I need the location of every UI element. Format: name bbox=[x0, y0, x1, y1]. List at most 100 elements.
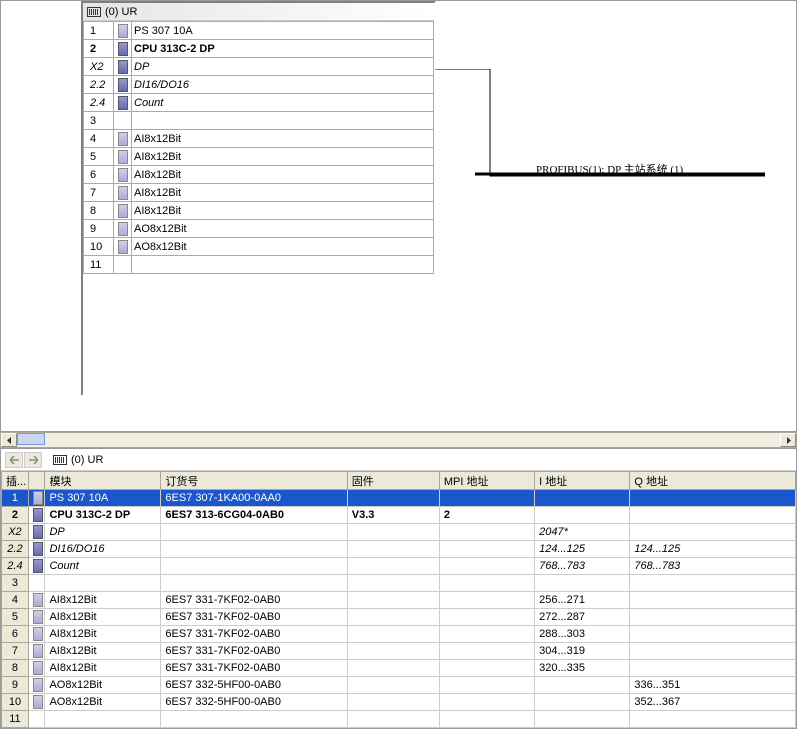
col-icon[interactable] bbox=[28, 472, 45, 490]
rack-row[interactable]: 1PS 307 10A bbox=[84, 22, 434, 40]
cell-module: AI8x12Bit bbox=[45, 660, 161, 677]
rack-row[interactable]: 5AI8x12Bit bbox=[84, 148, 434, 166]
rack-module-cell: PS 307 10A bbox=[132, 22, 434, 40]
module-icon bbox=[118, 78, 128, 92]
rack-row[interactable]: 3 bbox=[84, 112, 434, 130]
detail-title-text: (0) UR bbox=[71, 454, 103, 466]
table-row[interactable]: 2.2DI16/DO16124...125124...125 bbox=[2, 541, 796, 558]
rack-row[interactable]: 2.2DI16/DO16 bbox=[84, 76, 434, 94]
rack-window-titlebar[interactable]: (0) UR bbox=[83, 3, 434, 21]
rack-module-cell: DP bbox=[132, 58, 434, 76]
cell-iaddr bbox=[535, 694, 630, 711]
rack-row[interactable]: X2DP bbox=[84, 58, 434, 76]
module-icon bbox=[33, 508, 43, 522]
module-icon bbox=[33, 678, 43, 692]
table-row[interactable]: 3 bbox=[2, 575, 796, 592]
table-row[interactable]: 6AI8x12Bit6ES7 331-7KF02-0AB0288...303 bbox=[2, 626, 796, 643]
horizontal-scrollbar[interactable] bbox=[0, 432, 797, 448]
hardware-config-canvas[interactable]: (0) UR 1PS 307 10A2CPU 313C-2 DPX2DP2.2D… bbox=[0, 0, 797, 432]
cell-mpi bbox=[439, 575, 534, 592]
rack-row[interactable]: 9AO8x12Bit bbox=[84, 220, 434, 238]
cell-qaddr bbox=[630, 490, 796, 507]
cell-order bbox=[161, 558, 347, 575]
rack-title-text: (0) UR bbox=[105, 6, 137, 18]
cell-mpi bbox=[439, 541, 534, 558]
cell-mpi bbox=[439, 643, 534, 660]
rack-row[interactable]: 2CPU 313C-2 DP bbox=[84, 40, 434, 58]
module-icon bbox=[118, 24, 128, 38]
col-firmware[interactable]: 固件 bbox=[347, 472, 439, 490]
cell-iaddr: 124...125 bbox=[535, 541, 630, 558]
cell-iaddr: 2047* bbox=[535, 524, 630, 541]
table-row[interactable]: 10AO8x12Bit6ES7 332-5HF00-0AB0352...367 bbox=[2, 694, 796, 711]
rack-icon-cell bbox=[114, 58, 132, 76]
cell-icon bbox=[28, 626, 45, 643]
cell-iaddr: 256...271 bbox=[535, 592, 630, 609]
scroll-left-button[interactable] bbox=[1, 433, 17, 447]
table-row[interactable]: 9AO8x12Bit6ES7 332-5HF00-0AB0336...351 bbox=[2, 677, 796, 694]
cell-firmware bbox=[347, 592, 439, 609]
rack-module-cell: AI8x12Bit bbox=[132, 130, 434, 148]
rack-icon-cell bbox=[114, 94, 132, 112]
scroll-track[interactable] bbox=[17, 433, 780, 447]
cell-icon bbox=[28, 677, 45, 694]
cell-mpi bbox=[439, 558, 534, 575]
col-mpi[interactable]: MPI 地址 bbox=[439, 472, 534, 490]
module-icon bbox=[33, 525, 43, 539]
rack-slot-table[interactable]: 1PS 307 10A2CPU 313C-2 DPX2DP2.2DI16/DO1… bbox=[83, 21, 434, 274]
rack-icon-cell bbox=[114, 76, 132, 94]
rack-row[interactable]: 7AI8x12Bit bbox=[84, 184, 434, 202]
rack-module-cell: AI8x12Bit bbox=[132, 166, 434, 184]
scroll-right-button[interactable] bbox=[780, 433, 796, 447]
cell-mpi bbox=[439, 490, 534, 507]
cell-iaddr bbox=[535, 575, 630, 592]
profibus-network-label[interactable]: PROFIBUS(1): DP 主站系统 (1) bbox=[536, 161, 683, 177]
table-row[interactable]: 2CPU 313C-2 DP6ES7 313-6CG04-0AB0V3.32 bbox=[2, 507, 796, 524]
cell-firmware bbox=[347, 575, 439, 592]
cell-qaddr: 768...783 bbox=[630, 558, 796, 575]
rack-slot-cell: 2.4 bbox=[84, 94, 114, 112]
rack-icon-cell bbox=[114, 112, 132, 130]
rack-slot-cell: 6 bbox=[84, 166, 114, 184]
rack-window[interactable]: (0) UR 1PS 307 10A2CPU 313C-2 DPX2DP2.2D… bbox=[81, 1, 436, 396]
cell-module: AI8x12Bit bbox=[45, 592, 161, 609]
table-row[interactable]: 8AI8x12Bit6ES7 331-7KF02-0AB0320...335 bbox=[2, 660, 796, 677]
rack-row[interactable]: 6 AI8x12Bit bbox=[84, 166, 434, 184]
cell-mpi bbox=[439, 711, 534, 728]
cell-iaddr bbox=[535, 507, 630, 524]
rack-row[interactable]: 4 AI8x12Bit bbox=[84, 130, 434, 148]
col-slot[interactable]: 插... bbox=[2, 472, 29, 490]
cell-firmware bbox=[347, 609, 439, 626]
rack-slot-cell: 4 bbox=[84, 130, 114, 148]
col-qaddr[interactable]: Q 地址 bbox=[630, 472, 796, 490]
rack-row[interactable]: 8AI8x12Bit bbox=[84, 202, 434, 220]
table-row[interactable]: 2.4Count768...783768...783 bbox=[2, 558, 796, 575]
rack-row[interactable]: 10AO8x12Bit bbox=[84, 238, 434, 256]
rack-icon-cell bbox=[114, 256, 132, 274]
table-row[interactable]: X2DP2047* bbox=[2, 524, 796, 541]
col-iaddr[interactable]: I 地址 bbox=[535, 472, 630, 490]
cell-order bbox=[161, 711, 347, 728]
module-detail-table[interactable]: 插... 模块 订货号 固件 MPI 地址 I 地址 Q 地址 1PS 307 … bbox=[1, 471, 796, 728]
table-row[interactable]: 5AI8x12Bit6ES7 331-7KF02-0AB0272...287 bbox=[2, 609, 796, 626]
table-row[interactable]: 7AI8x12Bit6ES7 331-7KF02-0AB0304...319 bbox=[2, 643, 796, 660]
nav-prev-button[interactable] bbox=[5, 452, 23, 468]
cell-slot: 11 bbox=[2, 711, 29, 728]
table-row[interactable]: 1PS 307 10A6ES7 307-1KA00-0AA0 bbox=[2, 490, 796, 507]
table-row[interactable]: 11 bbox=[2, 711, 796, 728]
cell-icon bbox=[28, 592, 45, 609]
table-row[interactable]: 4AI8x12Bit6ES7 331-7KF02-0AB0256...271 bbox=[2, 592, 796, 609]
col-module[interactable]: 模块 bbox=[45, 472, 161, 490]
rack-row[interactable]: 11 bbox=[84, 256, 434, 274]
cell-icon bbox=[28, 541, 45, 558]
cell-icon bbox=[28, 490, 45, 507]
rack-module-cell bbox=[132, 112, 434, 130]
scroll-thumb[interactable] bbox=[17, 433, 45, 445]
rack-row[interactable]: 2.4Count bbox=[84, 94, 434, 112]
module-icon bbox=[33, 695, 43, 709]
cell-icon bbox=[28, 524, 45, 541]
nav-next-button[interactable] bbox=[24, 452, 42, 468]
col-order[interactable]: 订货号 bbox=[161, 472, 347, 490]
cell-iaddr: 320...335 bbox=[535, 660, 630, 677]
cell-slot: 4 bbox=[2, 592, 29, 609]
